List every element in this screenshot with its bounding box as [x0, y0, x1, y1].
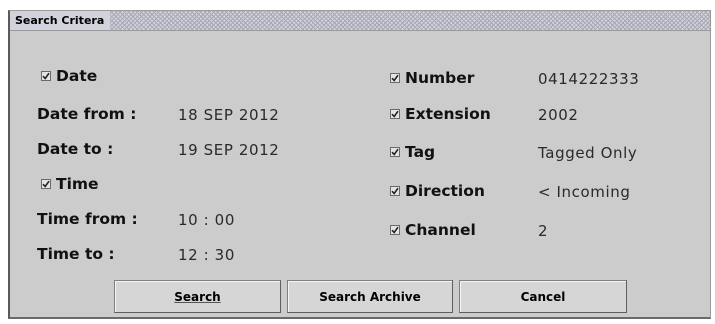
checkmark-icon	[390, 109, 400, 119]
number-checkbox-label: Number	[405, 69, 475, 87]
checkmark-icon	[41, 179, 51, 189]
channel-value[interactable]: 2	[538, 222, 548, 240]
date-from-label: Date from :	[37, 105, 137, 123]
search-button-label: Search	[174, 289, 221, 304]
date-checkbox[interactable]: Date	[41, 67, 97, 85]
search-criteria-panel: Search Critera Date Date from : 18 SEP 2…	[8, 10, 711, 319]
time-from-value[interactable]: 10 : 00	[178, 211, 235, 229]
direction-checkbox-label: Direction	[405, 182, 485, 200]
time-checkbox-label: Time	[56, 175, 99, 193]
cancel-button[interactable]: Cancel	[459, 280, 627, 313]
time-to-label: Time to :	[37, 245, 115, 263]
time-to-value[interactable]: 12 : 30	[178, 246, 235, 264]
tag-checkbox[interactable]: Tag	[390, 143, 435, 161]
checkmark-icon	[390, 186, 400, 196]
checkmark-icon	[41, 71, 51, 81]
date-to-label: Date to :	[37, 140, 114, 158]
search-archive-button[interactable]: Search Archive	[287, 280, 453, 313]
extension-checkbox-label: Extension	[405, 105, 491, 123]
date-checkbox-label: Date	[56, 67, 98, 85]
tag-checkbox-label: Tag	[405, 143, 436, 161]
number-checkbox[interactable]: Number	[390, 69, 474, 87]
checkmark-icon	[390, 73, 400, 83]
panel-titlebar: Search Critera	[10, 11, 710, 31]
extension-checkbox[interactable]: Extension	[390, 105, 491, 123]
extension-value[interactable]: 2002	[538, 106, 579, 124]
direction-checkbox[interactable]: Direction	[390, 182, 485, 200]
time-checkbox[interactable]: Time	[41, 175, 99, 193]
panel-title: Search Critera	[10, 11, 111, 30]
tag-value[interactable]: Tagged Only	[538, 144, 637, 162]
checkmark-icon	[390, 225, 400, 235]
date-from-value[interactable]: 18 SEP 2012	[178, 106, 279, 124]
time-from-label: Time from :	[37, 210, 138, 228]
checkmark-icon	[390, 147, 400, 157]
number-value[interactable]: 0414222333	[538, 70, 639, 88]
search-archive-button-label: Search Archive	[319, 289, 421, 304]
direction-value[interactable]: < Incoming	[538, 183, 631, 201]
date-to-value[interactable]: 19 SEP 2012	[178, 141, 279, 159]
search-button[interactable]: Search	[114, 280, 281, 313]
channel-checkbox[interactable]: Channel	[390, 221, 476, 239]
cancel-button-label: Cancel	[520, 289, 566, 304]
channel-checkbox-label: Channel	[405, 221, 476, 239]
